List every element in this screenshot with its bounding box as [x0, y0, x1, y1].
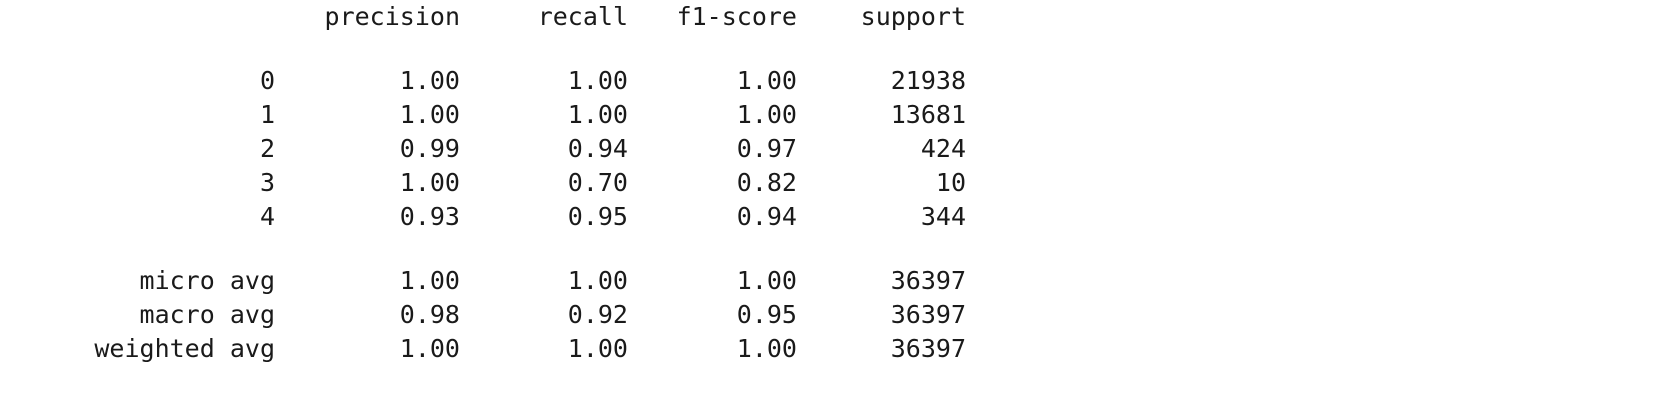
header-precision: precision	[324, 2, 460, 31]
support-value: 36397	[890, 266, 966, 295]
row-label: 4	[259, 202, 275, 231]
f1-value: 0.82	[736, 168, 797, 197]
table-row: 3 1.00 0.70 0.82 10	[0, 166, 1000, 200]
f1-value: 0.95	[736, 300, 797, 329]
support-value: 424	[920, 134, 966, 163]
row-label: 3	[259, 168, 275, 197]
row-label: 1	[259, 100, 275, 129]
table-row: 1 1.00 1.00 1.00 13681	[0, 98, 1000, 132]
header-recall: recall	[537, 2, 628, 31]
header-f1-score: f1-score	[676, 2, 797, 31]
recall-value: 0.95	[567, 202, 628, 231]
f1-value: 1.00	[736, 266, 797, 295]
row-label: micro avg	[139, 266, 275, 295]
precision-value: 1.00	[399, 334, 460, 363]
precision-value: 1.00	[399, 168, 460, 197]
precision-value: 0.93	[399, 202, 460, 231]
row-label: 2	[259, 134, 275, 163]
avg-row: weighted avg 1.00 1.00 1.00 36397	[0, 332, 1000, 366]
recall-value: 1.00	[567, 334, 628, 363]
avg-row: macro avg 0.98 0.92 0.95 36397	[0, 298, 1000, 332]
row-label: 0	[259, 66, 275, 95]
support-value: 36397	[890, 300, 966, 329]
support-value: 10	[935, 168, 966, 197]
avg-row: micro avg 1.00 1.00 1.00 36397	[0, 264, 1000, 298]
precision-value: 0.98	[399, 300, 460, 329]
recall-value: 0.70	[567, 168, 628, 197]
f1-value: 1.00	[736, 66, 797, 95]
support-value: 36397	[890, 334, 966, 363]
recall-value: 1.00	[567, 266, 628, 295]
f1-value: 1.00	[736, 100, 797, 129]
support-value: 344	[920, 202, 966, 231]
header-support: support	[860, 2, 966, 31]
precision-value: 1.00	[399, 100, 460, 129]
support-value: 13681	[890, 100, 966, 129]
recall-value: 0.92	[567, 300, 628, 329]
precision-value: 1.00	[399, 66, 460, 95]
f1-value: 0.94	[736, 202, 797, 231]
f1-value: 1.00	[736, 334, 797, 363]
recall-value: 1.00	[567, 66, 628, 95]
row-label: weighted avg	[94, 334, 275, 363]
table-row: 0 1.00 1.00 1.00 21938	[0, 64, 1000, 98]
table-row: 2 0.99 0.94 0.97 424	[0, 132, 1000, 166]
recall-value: 1.00	[567, 100, 628, 129]
recall-value: 0.94	[567, 134, 628, 163]
table-row: 4 0.93 0.95 0.94 344	[0, 200, 1000, 234]
precision-value: 1.00	[399, 266, 460, 295]
precision-value: 0.99	[399, 134, 460, 163]
classification-report: precision recall f1-score support 0 1.00…	[0, 0, 1000, 366]
support-value: 21938	[890, 66, 966, 95]
f1-value: 0.97	[736, 134, 797, 163]
header-row: precision recall f1-score support	[0, 0, 1000, 34]
row-label: macro avg	[139, 300, 275, 329]
